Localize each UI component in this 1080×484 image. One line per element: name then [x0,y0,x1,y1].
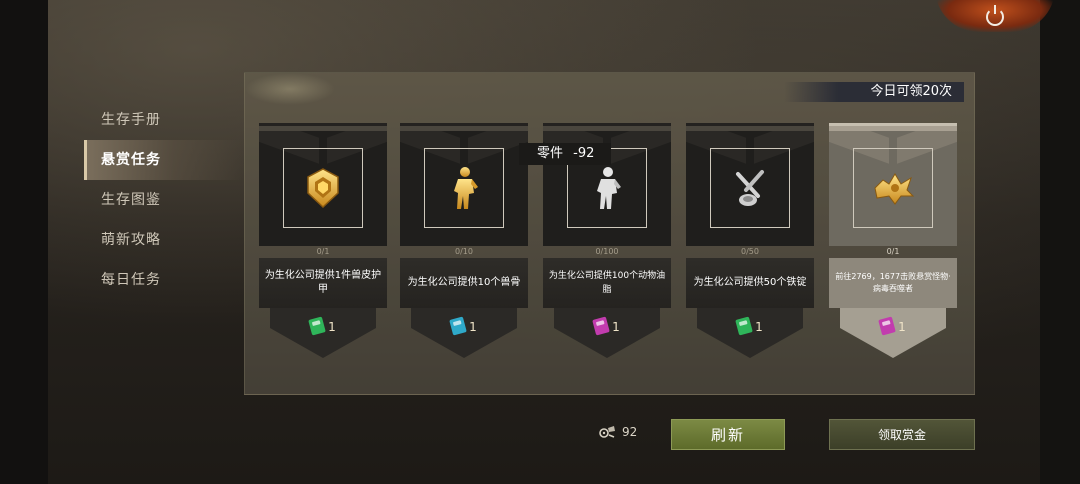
task-card-2[interactable]: 0/10 为生化公司提供10个兽骨 1 [400,123,528,363]
reward-count: 1 [755,320,763,334]
task-icon-frame [424,148,504,228]
reward-count: 1 [469,320,477,334]
task-icon-frame [853,148,933,228]
task-description: 为生化公司提供1件兽皮护甲 [259,258,387,308]
task-reward: 1 [840,308,946,358]
reward-book-icon [878,316,897,336]
card-icon-area [259,131,387,246]
task-card-5[interactable]: 0/1 前往2769，1677击败悬赏怪物·病毒吞噬者 1 [829,123,957,363]
sidebar: 生存手册 悬赏任务 生存图鉴 萌新攻略 每日任务 [84,100,244,300]
reward-book-icon [735,316,754,336]
sidebar-item-bounty-tasks[interactable]: 悬赏任务 [84,140,244,180]
task-progress: 0/50 [741,247,759,256]
tooltip-value: -92 [573,146,595,161]
card-icon-area [400,131,528,246]
parts-count: 92 [598,425,637,439]
task-progress: 0/1 [316,247,330,256]
task-progress: 0/10 [455,247,473,256]
daily-limit-label: 今日可领20次 [784,82,964,102]
card-top-bar [259,123,387,131]
sidebar-item-survival-handbook[interactable]: 生存手册 [84,100,244,140]
parts-icon [599,426,615,438]
task-reward: 1 [270,308,376,358]
card-top-bar [543,123,671,131]
task-icon-frame [710,148,790,228]
card-icon-area [686,131,814,246]
badge-icon [874,173,915,205]
task-icon-frame [283,148,363,228]
refresh-button[interactable]: 刷新 [671,419,785,450]
tools-icon [736,170,764,206]
armor-icon [307,168,339,209]
reward-book-icon [449,316,468,336]
task-reward: 1 [554,308,660,358]
task-card-4[interactable]: 0/50 为生化公司提供50个铁锭 1 [686,123,814,363]
task-progress: 0/1 [886,247,900,256]
reward-book-icon [308,316,327,336]
card-top-bar [400,123,528,131]
figure-icon [597,167,621,209]
reward-count: 1 [898,320,906,334]
card-top-bar [829,123,957,131]
power-icon [986,5,1004,26]
card-icon-area [829,131,957,246]
bounty-panel: 今日可领20次 0/1 为生化公司提供1件兽皮护甲 1 0/10 为生化公司提供… [244,72,975,395]
task-reward: 1 [411,308,517,358]
reward-count: 1 [612,320,620,334]
sidebar-item-daily-tasks[interactable]: 每日任务 [84,260,244,300]
sidebar-item-newbie-guide[interactable]: 萌新攻略 [84,220,244,260]
card-top-bar [686,123,814,131]
task-description: 为生化公司提供10个兽骨 [400,258,528,308]
reward-book-icon [592,316,611,336]
task-description: 前往2769，1677击败悬赏怪物·病毒吞噬者 [829,258,957,308]
tooltip-label: 零件 [537,146,564,161]
reward-count: 1 [328,320,336,334]
background-right-edge [1040,0,1080,484]
task-description: 为生化公司提供100个动物油脂 [543,258,671,308]
task-reward: 1 [697,308,803,358]
claim-bounty-button[interactable]: 领取赏金 [829,419,975,450]
background-left-edge [0,0,48,484]
sidebar-item-survival-guidebook[interactable]: 生存图鉴 [84,180,244,220]
task-description: 为生化公司提供50个铁锭 [686,258,814,308]
parts-count-value: 92 [622,425,638,439]
panel-glow [245,73,335,105]
task-card-1[interactable]: 0/1 为生化公司提供1件兽皮护甲 1 [259,123,387,363]
task-progress: 0/100 [595,247,619,256]
figure-icon [454,167,478,209]
parts-tooltip: 零件 -92 [519,143,611,165]
